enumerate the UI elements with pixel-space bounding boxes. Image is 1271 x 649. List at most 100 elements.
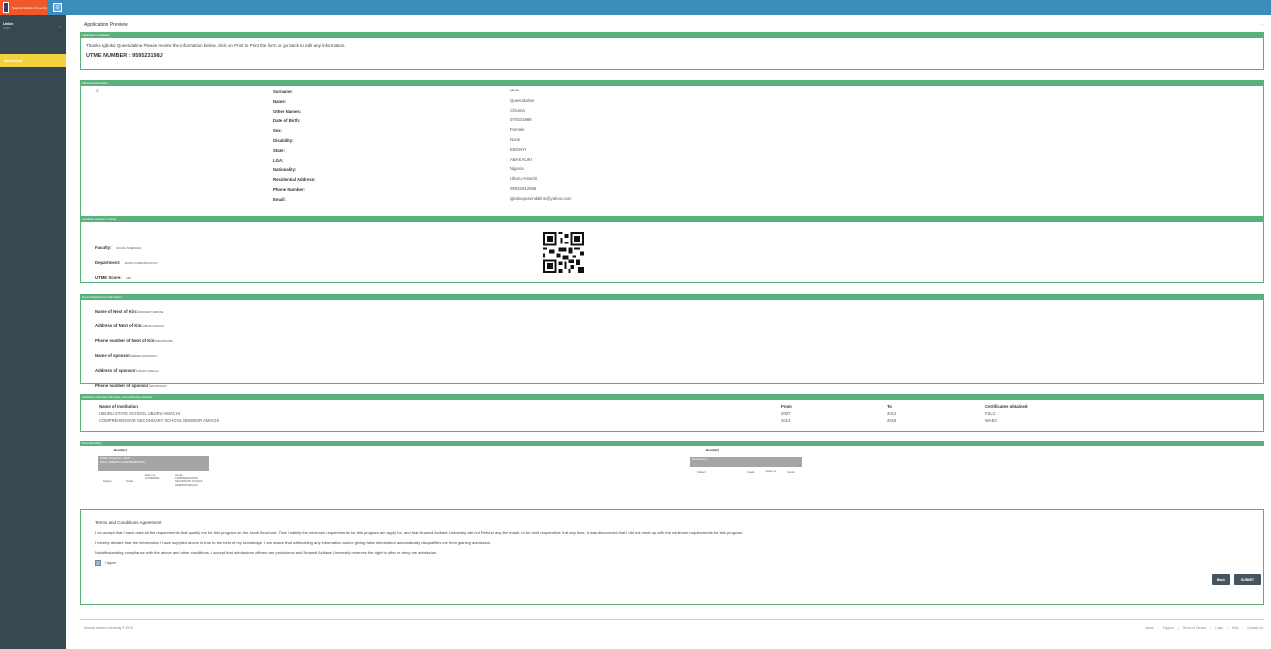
sitting2-col-grade: Grade [747,471,755,474]
personal-field-label: Email: [273,196,286,202]
box-header: Application completed [81,33,1263,38]
footer-link[interactable]: About [1145,626,1153,630]
personal-field-label: Date of Birth: [273,118,301,124]
terms-box: Terms and Conditions Agreement I do acce… [80,509,1264,605]
kin-field-value: UBURU AMACHI [142,324,165,328]
personal-field-value: Igboke [510,88,520,92]
table-cell: 2007 [781,411,791,416]
terms-paragraph-3: Notwithstanding compliance with the abov… [95,550,438,555]
table-cell: 2013 [781,418,791,423]
footer-divider [80,619,1264,620]
personal-field-value: Chioma [510,107,525,113]
footer-link[interactable]: Login [1215,626,1223,630]
personal-field-value: Nigeria [510,166,524,172]
kin-box: Next of Kin/Sponsor information Name of … [80,294,1264,388]
utme-number: 959523198J [132,53,163,59]
department-label: Department: [95,260,121,265]
logo-text: Nnamdi Azikiwe University [11,5,47,10]
sitting1-title: Result(1) [114,448,127,452]
collapse-icon[interactable]: – [1260,22,1263,28]
footer-copyright: Nnamdi Azikiwe University © 2018 [84,626,133,630]
personal-info-box: Personal information 3 Surname: Igboke Nam… [80,80,1264,220]
user-status: Online [3,27,11,30]
submit-button[interactable]: SUBMIT [1234,574,1261,585]
kin-field-row: Phone number of sponsor:08135510267 [95,374,167,392]
terms-title: Terms and Conditions Agreement [95,520,162,525]
footer-links: About | Support | Terms of Service | Login | Hel… [1145,626,1263,630]
footer-link[interactable]: Support [1163,626,1174,630]
table-cell: WAEC [985,418,998,423]
personal-field-label: State: [273,147,285,153]
personal-field-value: 09032912556 [510,186,537,191]
utme-number-label: UTME NUMBER : [86,53,131,59]
personal-field-value: EBONYI [510,146,527,152]
kin-field-label: Phone number of Next of Kin: [95,338,156,343]
back-button[interactable]: Back [1212,574,1230,585]
sitting1-info: WAEC November, 2018 Exam: 4080346 COMPRE… [98,456,209,471]
top-navbar: Nnamdi Azikiwe University ≡ [0,0,1271,15]
agree-label: I Agree [105,561,117,565]
table-cell: COMPREHENSIVE SECONDARY SCHOOL NDIEBOR A… [99,418,220,423]
sitting1-line2: Exam: 4080346 COMPREHENSIVE [100,460,145,464]
chevron-right-icon: › [60,58,62,63]
table-header-cell: Name of Institution [99,404,138,409]
footer-link[interactable]: Contact Us [1247,626,1263,630]
completed-box: Application completed Thanks Igboke Quee… [80,32,1264,70]
personal-field-value: 07/03/1998 [510,117,532,123]
personal-field-value: ABAKALIKI [510,156,532,162]
personal-field-value: Queendaline [510,97,535,103]
table-cell: 2012 [887,411,897,416]
user-name: Linkin [3,22,14,26]
personal-field-label: Name: [273,98,287,104]
footer-separator: | [1157,626,1159,630]
personal-field-label: Other Names: [273,108,302,114]
university-crest-icon [3,2,9,13]
sitting2-col-examno: Exam no [766,470,777,473]
completion-message: Thanks Igboke Queendaline Please review … [86,43,346,48]
faculty-value: SOCIAL SCIENCES [115,246,142,250]
personal-field-value: Female [510,127,525,133]
personal-field-value: Uburu Amachi [510,176,537,182]
bars-icon: ≡ [55,4,60,11]
personal-field-value: igbokequeendaline@yahoo.com [510,195,572,201]
chevron-left-icon[interactable]: ‹ [59,24,60,29]
main-content: Application Preview – Application comple… [66,15,1271,649]
kin-field-label: Name of sponsor: [95,353,132,358]
kin-field-value: EBERE NWANKWO [131,354,157,358]
personal-field-label: Sex: [273,128,283,134]
table-header-cell: To [887,404,892,409]
box-header: Personal information [81,81,1263,86]
personal-field-label: Nationality: [273,167,297,173]
personal-field-value: None [510,137,521,142]
box-header: Next of Kin/Sponsor information [81,295,1263,300]
utme-score-row: UTME Score: 256 [95,266,131,284]
logo[interactable]: Nnamdi Azikiwe University [0,0,47,15]
footer-link[interactable]: Terms of Service [1183,626,1207,630]
table-header-cell: From [781,404,792,409]
agree-checkbox[interactable]: ✓ [95,560,101,566]
footer-link[interactable]: Help [1232,626,1239,630]
kin-field-label: Address of sponsor: [95,368,138,373]
sitting2-col-centre: Centre [787,471,795,474]
kin-field-value: UBURU AMACHI [137,369,159,373]
menu-toggle-button[interactable]: ≡ [53,3,62,12]
terms-paragraph-2: I hereby declare that the information I … [95,540,492,545]
footer-separator: | [1242,626,1244,630]
footer-separator: | [1177,626,1179,630]
sidebar: Linkin Online ‹ Dashboard › [0,15,66,649]
kin-field-label: Phone number of sponsor: [95,383,150,388]
sitting2-title: Result(2) [706,448,719,452]
sitting1-col-grade: Grade [126,480,134,483]
qr-code-icon [543,232,584,273]
sidebar-item-dashboard[interactable]: Dashboard › [0,54,66,67]
sitting1-col-examno: Exam no 4170990062 [145,474,160,481]
utme-number-line: UTME NUMBER : 959523198J [86,53,163,59]
utme-score-value: 256 [126,276,131,280]
table-cell: UBURU STATE SCHOOL UBURU AMACHI [99,411,180,416]
check-icon: ✓ [96,560,100,566]
olevel-header-bar: O'level Result(s) [80,441,1264,446]
sidebar-item-label: Dashboard [4,58,23,63]
box-header: Academic program to Study [81,217,1263,222]
photo-placeholder: 3 [96,88,99,93]
kin-field-value: 08135510267 [149,384,168,388]
